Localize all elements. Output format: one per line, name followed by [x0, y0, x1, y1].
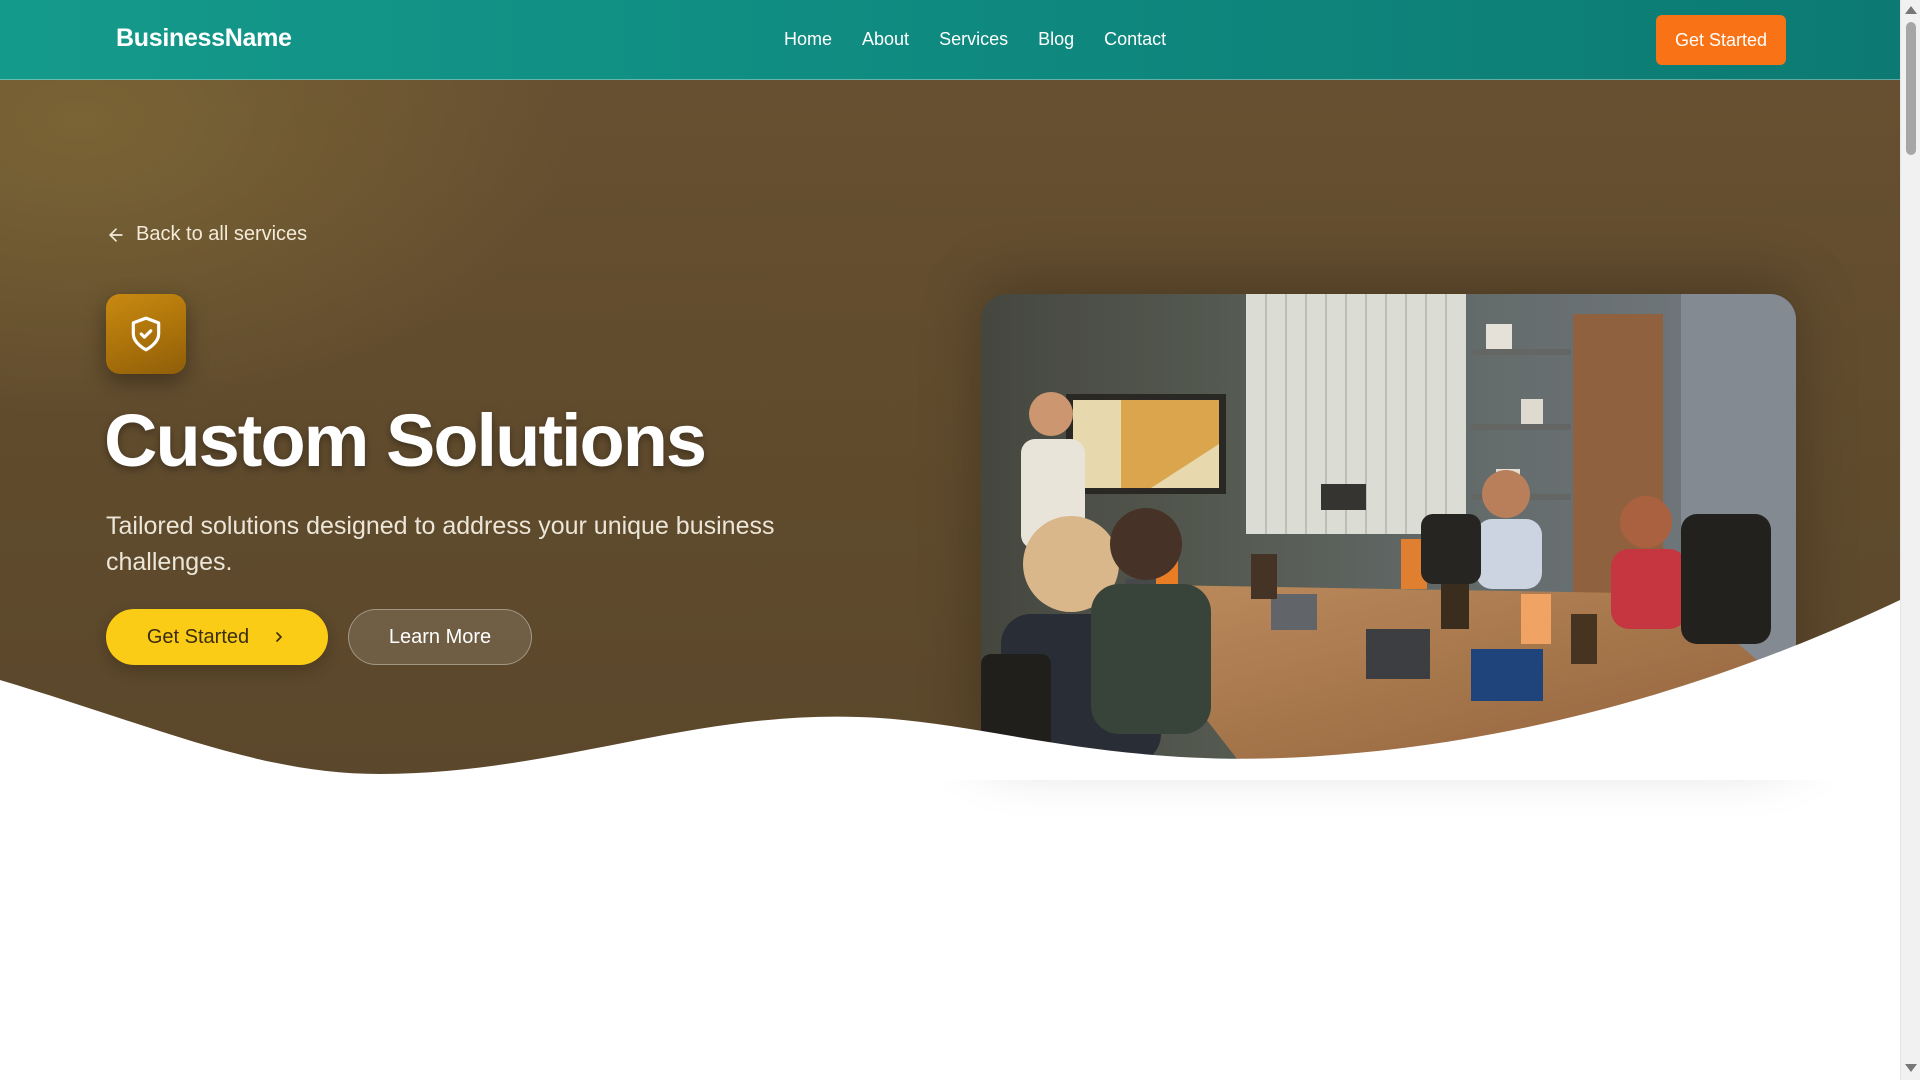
learn-more-button[interactable]: Learn More: [348, 609, 532, 665]
hero-get-started-button[interactable]: Get Started: [106, 609, 328, 665]
service-icon-badge: [106, 294, 186, 374]
scroll-down-arrow-icon[interactable]: [1905, 1064, 1917, 1072]
back-to-services-link[interactable]: Back to all services: [106, 223, 307, 246]
nav-link-blog[interactable]: Blog: [1038, 29, 1074, 50]
chevron-right-icon: [276, 632, 282, 642]
arrow-left-icon: [109, 227, 123, 242]
nav-link-services[interactable]: Services: [939, 29, 1008, 50]
nav-link-contact[interactable]: Contact: [1104, 29, 1166, 50]
scroll-thumb[interactable]: [1906, 22, 1916, 155]
hero-section: Back to all services Custom Solutions Ta…: [0, 80, 1900, 780]
page-scrollbar[interactable]: [1900, 0, 1920, 1080]
hero-get-started-label: Get Started: [146, 625, 250, 648]
scroll-up-arrow-icon[interactable]: [1905, 6, 1917, 14]
nav-link-about[interactable]: About: [862, 29, 909, 50]
top-navbar: BusinessName Home About Services Blog Co…: [0, 0, 1900, 80]
back-link-label: Back to all services: [136, 223, 308, 245]
nav-link-home[interactable]: Home: [784, 29, 832, 50]
main-nav: Home About Services Blog Contact: [784, 29, 1166, 50]
brand-logo[interactable]: BusinessName: [116, 24, 292, 53]
page-title: Custom Solutions: [104, 399, 707, 482]
hero-subtitle: Tailored solutions designed to address y…: [106, 512, 775, 576]
shield-check-icon: [131, 316, 161, 352]
nav-get-started-button[interactable]: Get Started: [1656, 15, 1786, 65]
